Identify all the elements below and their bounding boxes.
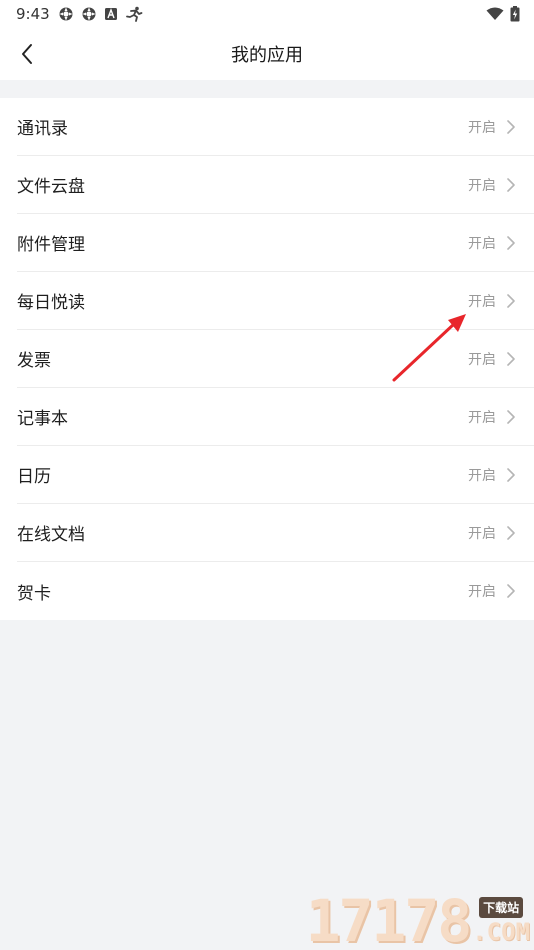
list-item[interactable]: 文件云盘 开启	[17, 156, 534, 214]
item-status: 开启	[468, 584, 496, 600]
item-right: 开启	[468, 117, 516, 137]
chevron-right-icon	[507, 235, 515, 250]
gear-icon	[59, 7, 73, 21]
item-right: 开启	[468, 233, 516, 253]
item-status: 开启	[468, 409, 496, 426]
item-right: 开启	[468, 349, 516, 369]
watermark-tag: 下载站	[479, 897, 524, 918]
app-list: 通讯录 开启 文件云盘 开启 附件管理 开启 每日悦读 开启 发票 开启 记事本 开启 日历 开启 在线文档…	[0, 98, 534, 620]
item-right: 开启	[468, 465, 516, 485]
item-label: 每日悦读	[17, 293, 85, 313]
section-spacer	[0, 80, 534, 98]
item-label: 记事本	[17, 409, 68, 429]
watermark: 17178 下载站 .COM	[305, 887, 530, 950]
item-label: 通讯录	[17, 119, 68, 139]
item-status: 开启	[468, 293, 496, 310]
chevron-right-icon	[507, 584, 515, 598]
chevron-right-icon	[507, 351, 515, 366]
chevron-right-icon	[507, 467, 515, 482]
item-label: 贺卡	[17, 583, 51, 604]
back-button[interactable]	[12, 38, 42, 70]
list-item[interactable]: 发票 开启	[17, 330, 534, 388]
item-right: 开启	[468, 523, 516, 543]
battery-charging-icon	[510, 6, 520, 22]
item-status: 开启	[468, 525, 496, 542]
chevron-right-icon	[507, 525, 515, 540]
wifi-icon	[486, 7, 504, 20]
item-status: 开启	[468, 235, 496, 252]
list-item[interactable]: 附件管理 开启	[17, 214, 534, 272]
chevron-right-icon	[507, 119, 515, 134]
a-badge-icon	[104, 8, 117, 20]
list-item[interactable]: 记事本 开启	[17, 388, 534, 446]
item-label: 发票	[17, 351, 51, 371]
list-item[interactable]: 每日悦读 开启	[17, 272, 534, 330]
page-title: 我的应用	[231, 45, 303, 66]
running-icon	[125, 6, 143, 22]
list-item[interactable]: 日历 开启	[17, 446, 534, 504]
nav-bar: 我的应用	[0, 28, 534, 80]
status-bar: 9:43	[0, 0, 534, 28]
item-right: 开启	[468, 407, 516, 427]
item-status: 开启	[468, 351, 496, 368]
item-label: 日历	[17, 467, 51, 487]
notification-icons	[58, 6, 143, 22]
watermark-com: .COM	[472, 918, 530, 946]
item-label: 在线文档	[17, 525, 85, 545]
chevron-left-icon	[22, 44, 32, 64]
list-item[interactable]: 在线文档 开启	[17, 504, 534, 562]
item-label: 附件管理	[17, 235, 85, 255]
watermark-digits: 17178	[305, 887, 473, 950]
item-status: 开启	[468, 119, 496, 136]
item-status: 开启	[468, 177, 496, 194]
chevron-right-icon	[507, 293, 515, 308]
status-right	[486, 6, 520, 22]
status-time: 9:43	[16, 5, 50, 23]
watermark-side: 下载站 .COM	[472, 897, 530, 944]
item-right: 开启	[468, 175, 516, 195]
item-label: 文件云盘	[17, 177, 85, 197]
item-status: 开启	[468, 467, 496, 484]
list-item[interactable]: 通讯录 开启	[17, 98, 534, 156]
item-right: 开启	[468, 291, 516, 311]
gear-icon	[82, 7, 96, 21]
status-left: 9:43	[16, 5, 143, 23]
item-right: 开启	[468, 581, 516, 601]
chevron-right-icon	[507, 409, 515, 424]
chevron-right-icon	[507, 177, 515, 192]
list-item[interactable]: 贺卡 开启	[17, 562, 534, 620]
